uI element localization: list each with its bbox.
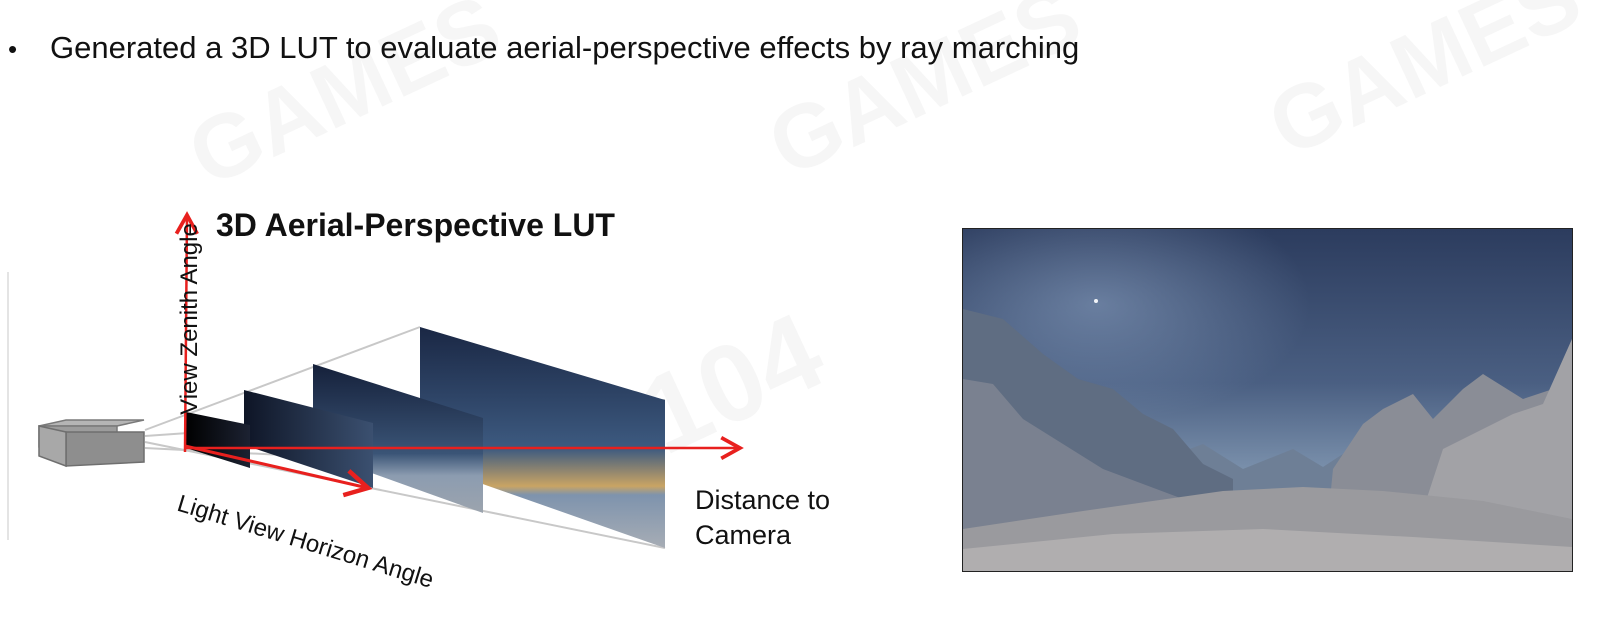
axis-label-distance-line2: Camera bbox=[695, 520, 792, 550]
axis-label-distance-line1: Distance to bbox=[695, 485, 831, 515]
diagram-title: 3D Aerial-Perspective LUT bbox=[216, 207, 615, 243]
axis-label-zenith: View Zenith Angle bbox=[176, 223, 203, 415]
axis-label-distance: Distance to Camera bbox=[695, 483, 830, 553]
sun-icon bbox=[1094, 299, 1098, 303]
aerial-perspective-render bbox=[962, 228, 1573, 572]
camera-box-icon bbox=[38, 419, 145, 468]
mountain-valley-render bbox=[963, 229, 1572, 571]
